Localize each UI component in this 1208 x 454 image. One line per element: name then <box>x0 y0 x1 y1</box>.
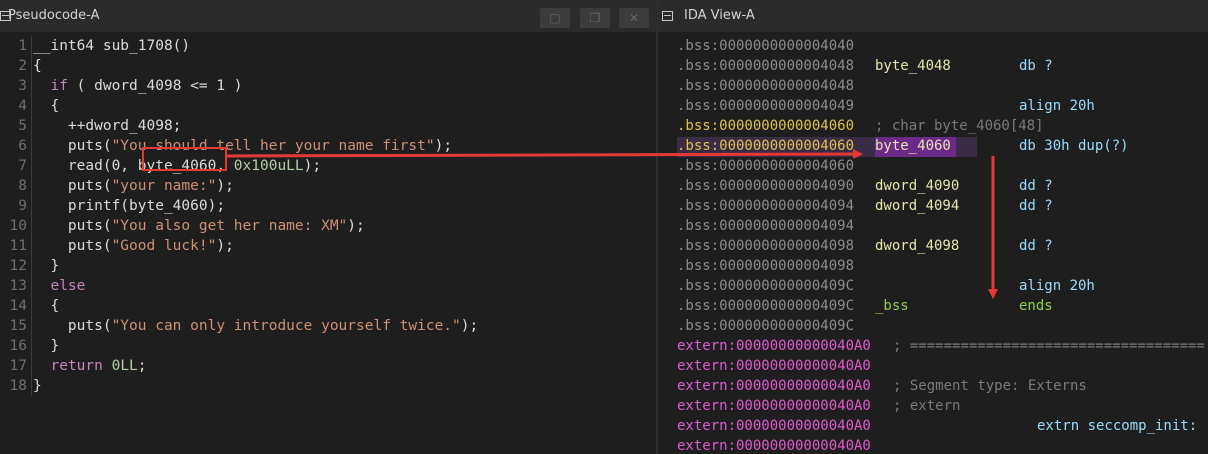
line-gutter-divider <box>31 36 32 396</box>
address: extern:00000000000040A0 <box>677 438 871 454</box>
code-text: ++dword_4098; <box>33 118 182 134</box>
address: .bss:0000000000004048 <box>677 58 855 74</box>
address: extern:00000000000040A0 <box>677 338 871 354</box>
window-icon <box>662 11 673 21</box>
comment: ; char byte_4060[48] <box>875 118 1044 134</box>
symbol-label[interactable]: byte_4048 <box>875 56 951 76</box>
line-number: 5 <box>18 118 27 134</box>
code-text: puts("You should tell her your name firs… <box>33 138 453 154</box>
close-button[interactable]: ✕ <box>619 8 649 28</box>
code-text: printf(byte_4060); <box>33 198 226 214</box>
address: .bss:0000000000004094 <box>677 218 855 234</box>
address: extern:00000000000040A0 <box>677 398 871 414</box>
comment: ; extern <box>893 398 961 414</box>
address: .bss:0000000000004048 <box>677 78 855 94</box>
code-text: __int64 sub_1708() <box>33 38 191 54</box>
code-text: } <box>33 378 42 394</box>
comment: ; Segment type: Externs <box>893 378 1087 394</box>
symbol-label[interactable]: dword_4098 <box>875 236 959 256</box>
code-text: } <box>33 258 60 274</box>
code-text: { <box>33 298 60 314</box>
address: .bss:0000000000004060 <box>677 138 855 154</box>
address: .bss:0000000000004094 <box>677 198 855 214</box>
address: .bss:0000000000004060 <box>677 158 855 174</box>
instruction: dd ? <box>1019 238 1053 254</box>
line-number: 4 <box>18 98 27 114</box>
ida-view-panel: IDA View-A .bss:0000000000004040 .bss:000… <box>658 0 1208 454</box>
code-text: if ( dword_4098 <= 1 ) <box>50 78 243 94</box>
line-number: 3 <box>18 78 27 94</box>
code-text: else <box>50 278 86 294</box>
line-number: 16 <box>9 338 27 354</box>
address: .bss:0000000000004098 <box>677 238 855 254</box>
address: extern:00000000000040A0 <box>677 378 871 394</box>
line-number: 9 <box>18 198 27 214</box>
line-number: 13 <box>9 278 27 294</box>
instruction: extrn seccomp_init: <box>1037 418 1198 434</box>
line-number: 10 <box>9 218 27 234</box>
code-text: puts("your name:"); <box>33 178 234 194</box>
line-number: 15 <box>9 318 27 334</box>
restore-button[interactable]: ❐ <box>580 8 610 28</box>
address: .bss:0000000000004049 <box>677 98 855 114</box>
line-number: 11 <box>9 238 27 254</box>
address: .bss:000000000000409C <box>677 318 855 334</box>
instruction: align 20h <box>1019 98 1095 114</box>
line-number: 6 <box>18 138 27 154</box>
line-number: 7 <box>18 158 27 174</box>
address: .bss:0000000000004098 <box>677 258 855 274</box>
line-number: 17 <box>9 358 27 374</box>
address: .bss:0000000000004060 <box>677 118 855 134</box>
symbol-label[interactable]: dword_4094 <box>875 196 959 216</box>
line-number: 12 <box>9 258 27 274</box>
code-text: { <box>33 98 60 114</box>
line-number: 2 <box>18 58 27 74</box>
code-text: return 0LL; <box>50 358 147 374</box>
address: extern:00000000000040A0 <box>677 358 871 374</box>
address: extern:00000000000040A0 <box>677 418 871 434</box>
symbol-label[interactable]: _bss <box>875 296 909 316</box>
instruction: align 20h <box>1019 278 1095 294</box>
code-text: puts("You also get her name: XM"); <box>33 218 365 234</box>
annotation-box-byte-4060 <box>142 147 227 171</box>
instruction: db ? <box>1019 58 1053 74</box>
symbol-label[interactable]: dword_4090 <box>875 176 959 196</box>
line-number: 8 <box>18 178 27 194</box>
instruction: db 30h dup(?) <box>1019 138 1129 154</box>
symbol-label[interactable]: byte_4060 <box>875 136 951 156</box>
address: .bss:000000000000409C <box>677 298 855 314</box>
ida-view-title: IDA View-A <box>684 8 755 23</box>
code-text: puts("Good luck!"); <box>33 238 234 254</box>
line-number: 18 <box>9 378 27 394</box>
instruction: dd ? <box>1019 178 1053 194</box>
maximize-button[interactable]: ▢ <box>540 8 570 28</box>
code-text: puts("You can only introduce yourself tw… <box>33 318 479 334</box>
pseudocode-panel: Pseudocode-A ▢ ❐ ✕ 1 __int64 sub_1708() 2 {… <box>0 0 656 454</box>
instruction: ends <box>1019 298 1053 314</box>
pseudocode-titlebar: Pseudocode-A ▢ ❐ ✕ <box>0 0 656 32</box>
line-number: 14 <box>9 298 27 314</box>
address: .bss:0000000000004040 <box>677 38 855 54</box>
address: .bss:000000000000409C <box>677 278 855 294</box>
ida-view-titlebar: IDA View-A <box>658 0 1208 32</box>
code-text: { <box>33 58 42 74</box>
comment: ; =================================== <box>893 338 1205 354</box>
line-number: 1 <box>18 38 27 54</box>
code-text: } <box>33 338 60 354</box>
address: .bss:0000000000004090 <box>677 178 855 194</box>
pseudocode-title: Pseudocode-A <box>8 8 100 23</box>
instruction: dd ? <box>1019 198 1053 214</box>
